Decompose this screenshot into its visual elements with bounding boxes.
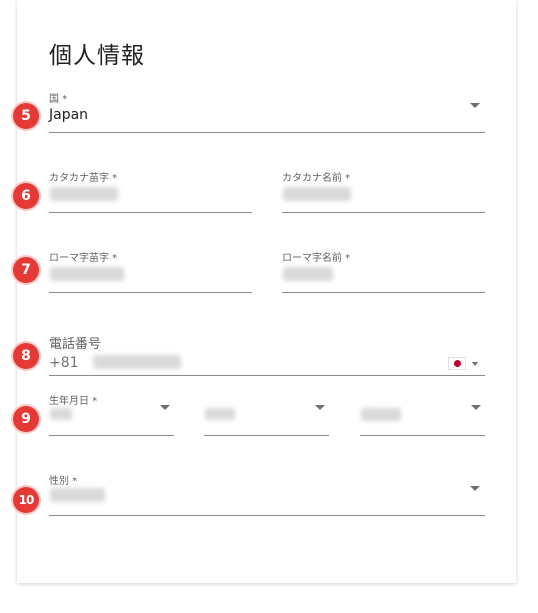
- katakana-first-name-label: カタカナ名前 *: [282, 173, 351, 184]
- gender-underline: [49, 515, 485, 516]
- phone-country-dropdown-arrow-icon[interactable]: [472, 362, 478, 366]
- form-title: 個人情報: [49, 43, 145, 69]
- birth-year-dropdown-arrow-icon[interactable]: [160, 405, 170, 410]
- country-dropdown-arrow-icon[interactable]: [470, 103, 480, 108]
- roman-first-name-label: ローマ字名前 *: [282, 253, 351, 264]
- birth-day-select[interactable]: [361, 408, 401, 421]
- birth-year-underline: [49, 435, 174, 436]
- katakana-first-name-underline: [282, 212, 485, 213]
- gender-dropdown-arrow-icon[interactable]: [470, 486, 480, 491]
- gender-select[interactable]: [50, 488, 105, 502]
- roman-last-name-input[interactable]: [50, 267, 124, 281]
- roman-last-name-underline: [49, 292, 252, 293]
- roman-first-name-input[interactable]: [283, 267, 333, 281]
- annotation-badge-10: 10: [13, 487, 39, 513]
- katakana-first-name-input[interactable]: [283, 187, 351, 201]
- katakana-last-name-input[interactable]: [50, 187, 118, 201]
- birth-day-underline: [360, 435, 485, 436]
- katakana-last-name-underline: [49, 212, 252, 213]
- phone-number-input[interactable]: [93, 355, 181, 369]
- country-select-value[interactable]: Japan: [49, 107, 88, 123]
- birth-day-dropdown-arrow-icon[interactable]: [471, 405, 481, 410]
- phone-label: 電話番号: [49, 337, 102, 352]
- annotation-badge-9: 9: [13, 406, 39, 432]
- country-select-underline: [49, 132, 485, 133]
- japan-flag-icon[interactable]: [448, 357, 466, 370]
- birth-month-select[interactable]: [205, 408, 235, 420]
- gender-label: 性別 *: [49, 476, 78, 487]
- country-label: 国 *: [49, 94, 68, 105]
- birth-month-dropdown-arrow-icon[interactable]: [315, 405, 325, 410]
- annotation-badge-5: 5: [13, 103, 39, 129]
- phone-country-code: +81: [49, 355, 79, 371]
- annotation-badge-8: 8: [13, 343, 39, 369]
- katakana-last-name-label: カタカナ苗字 *: [49, 173, 118, 184]
- birthdate-label: 生年月日 *: [49, 396, 98, 407]
- phone-underline: [49, 375, 485, 376]
- annotation-badge-7: 7: [13, 257, 39, 283]
- annotation-badge-6: 6: [13, 183, 39, 209]
- roman-last-name-label: ローマ字苗字 *: [49, 253, 118, 264]
- birth-month-underline: [204, 435, 329, 436]
- birth-year-select[interactable]: [50, 408, 72, 420]
- roman-first-name-underline: [282, 292, 485, 293]
